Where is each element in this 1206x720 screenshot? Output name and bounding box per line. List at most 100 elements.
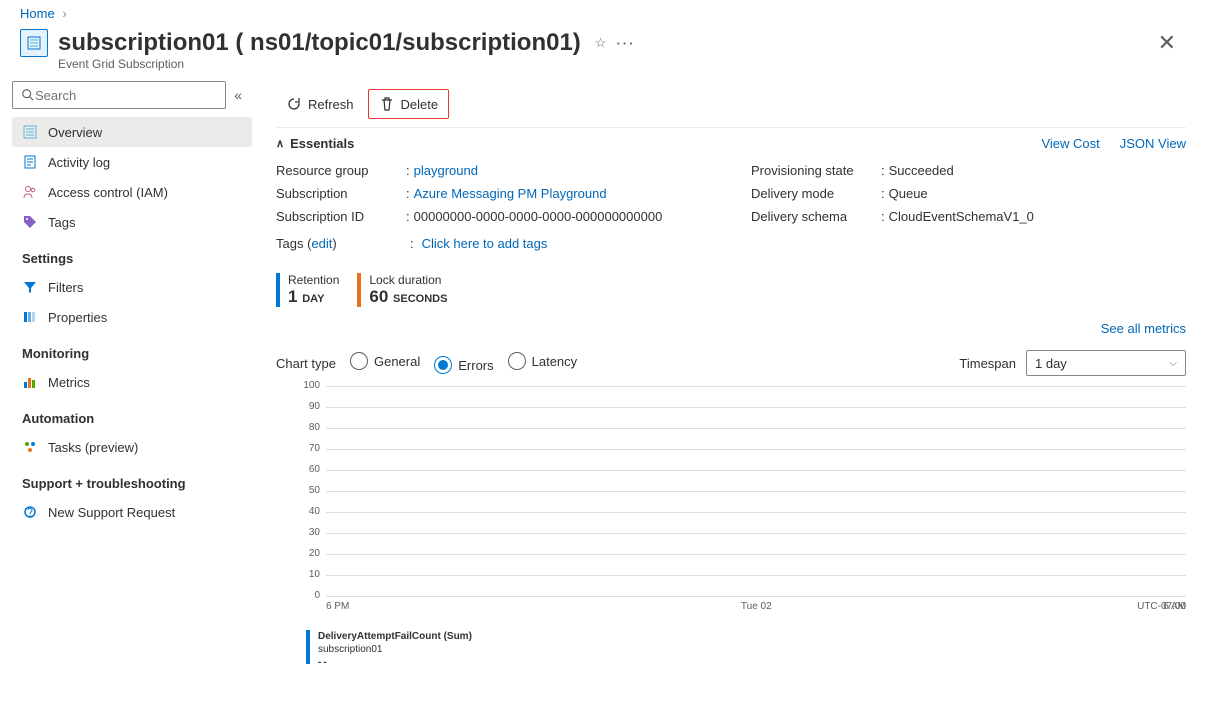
gridline: 80 bbox=[326, 428, 1186, 429]
chart-type-radio-general[interactable]: General bbox=[350, 352, 420, 370]
radio-label: General bbox=[374, 354, 420, 369]
gridline: 100 bbox=[326, 386, 1186, 387]
chart-timezone: UTC-07:00 bbox=[1137, 601, 1186, 612]
log-blue-icon bbox=[22, 154, 38, 170]
chart-x-axis: 6 PMTue 026 AM bbox=[326, 601, 1186, 612]
search-input-wrapper[interactable] bbox=[12, 81, 226, 109]
delete-button[interactable]: Delete bbox=[368, 89, 450, 119]
filter-blue-icon bbox=[22, 279, 38, 295]
sidebar-item-properties[interactable]: Properties bbox=[12, 302, 252, 332]
essentials-kv: Provisioning state:Succeeded bbox=[751, 163, 1186, 178]
gridline: 90 bbox=[326, 407, 1186, 408]
kv-key: Provisioning state bbox=[751, 163, 881, 178]
toolbar: Refresh Delete bbox=[276, 81, 1186, 128]
radio-circle-icon bbox=[350, 352, 368, 370]
kv-value[interactable]: Azure Messaging PM Playground bbox=[414, 186, 607, 201]
radio-circle-icon bbox=[434, 356, 452, 374]
metrics-chart[interactable]: 0 10 20 30 40 50 60 70 80 90 100 6 PMTue 026 AM UT… bbox=[296, 386, 1186, 626]
json-view-link[interactable]: JSON View bbox=[1120, 136, 1186, 151]
metric-value: 1 DAY bbox=[288, 287, 339, 307]
header: subscription01 ( ns01/topic01/subscripti… bbox=[0, 27, 1206, 59]
x-tick: Tue 02 bbox=[741, 601, 772, 612]
chart-legend: DeliveryAttemptFailCount (Sum) subscript… bbox=[306, 630, 1186, 669]
essentials-toggle[interactable]: ∧ Essentials bbox=[276, 136, 354, 151]
metrics-multi-icon bbox=[22, 374, 38, 390]
tags-row: Tags (edit) : Click here to add tags bbox=[276, 234, 1186, 261]
nav-group-header: Automation bbox=[12, 397, 252, 432]
y-tick: 50 bbox=[296, 485, 320, 496]
tasks-multi-icon bbox=[22, 439, 38, 455]
sidebar-item-metrics[interactable]: Metrics bbox=[12, 367, 252, 397]
gridline: 10 bbox=[326, 575, 1186, 576]
trash-icon bbox=[379, 96, 395, 112]
chart-type-label: Chart type bbox=[276, 356, 336, 371]
close-icon[interactable]: ✕ bbox=[1158, 30, 1186, 56]
gridline: 20 bbox=[326, 554, 1186, 555]
legend-resource: subscription01 bbox=[318, 643, 472, 656]
main-content: Refresh Delete ∧ Essentials View Cost JS… bbox=[252, 81, 1206, 689]
tags-add-link[interactable]: Click here to add tags bbox=[422, 236, 548, 251]
gridline: 40 bbox=[326, 512, 1186, 513]
sidebar-item-overview[interactable]: Overview bbox=[12, 117, 252, 147]
nav-group-header: Monitoring bbox=[12, 332, 252, 367]
nav-label: Tasks (preview) bbox=[48, 440, 138, 455]
sidebar-item-new-support-request[interactable]: New Support Request bbox=[12, 497, 252, 527]
kv-value: Queue bbox=[889, 186, 928, 201]
kv-key: Subscription bbox=[276, 186, 406, 201]
kv-key: Subscription ID bbox=[276, 209, 406, 224]
nav-label: Properties bbox=[48, 310, 107, 325]
gridline: 60 bbox=[326, 470, 1186, 471]
favorite-star-icon[interactable]: ☆ bbox=[595, 35, 607, 51]
metric-cards: Retention1 DAYLock duration60 SECONDS bbox=[276, 273, 1186, 307]
chevron-up-icon: ∧ bbox=[276, 137, 284, 150]
search-icon bbox=[21, 88, 35, 102]
page-title: subscription01 ( ns01/topic01/subscripti… bbox=[58, 29, 581, 57]
y-tick: 0 bbox=[296, 590, 320, 601]
see-all-metrics-link[interactable]: See all metrics bbox=[1101, 321, 1186, 336]
search-input[interactable] bbox=[35, 88, 217, 103]
metric-label: Lock duration bbox=[369, 273, 447, 287]
timespan-select[interactable]: 1 day ⌵ bbox=[1026, 350, 1186, 376]
y-tick: 90 bbox=[296, 401, 320, 412]
sidebar-item-filters[interactable]: Filters bbox=[12, 272, 252, 302]
metric-label: Retention bbox=[288, 273, 339, 287]
refresh-button[interactable]: Refresh bbox=[276, 90, 364, 118]
tag-purple-icon bbox=[22, 214, 38, 230]
chart-type-radio-latency[interactable]: Latency bbox=[508, 352, 578, 370]
sidebar-item-access-control-iam-[interactable]: Access control (IAM) bbox=[12, 177, 252, 207]
legend-color-bar bbox=[306, 630, 310, 664]
refresh-icon bbox=[286, 96, 302, 112]
gridline: 0 bbox=[326, 596, 1186, 597]
nav-label: Access control (IAM) bbox=[48, 185, 168, 200]
essentials-label: Essentials bbox=[290, 136, 354, 151]
view-cost-link[interactable]: View Cost bbox=[1041, 136, 1099, 151]
collapse-sidebar-icon[interactable]: « bbox=[234, 87, 242, 103]
support-icon bbox=[22, 504, 38, 520]
nav-group-header: Support + troubleshooting bbox=[12, 462, 252, 497]
kv-value: CloudEventSchemaV1_0 bbox=[889, 209, 1034, 224]
essentials-header: ∧ Essentials View Cost JSON View bbox=[276, 128, 1186, 159]
resource-icon bbox=[20, 29, 48, 57]
essentials-grid: Resource group:playgroundProvisioning st… bbox=[276, 159, 1186, 234]
radio-circle-icon bbox=[508, 352, 526, 370]
breadcrumb-sep: › bbox=[58, 6, 70, 21]
y-tick: 40 bbox=[296, 506, 320, 517]
more-menu-icon[interactable]: ··· bbox=[616, 36, 635, 51]
sidebar-item-tags[interactable]: Tags bbox=[12, 207, 252, 237]
list-green-icon bbox=[22, 124, 38, 140]
refresh-label: Refresh bbox=[308, 97, 354, 112]
y-tick: 60 bbox=[296, 464, 320, 475]
kv-key: Resource group bbox=[276, 163, 406, 178]
breadcrumb-home[interactable]: Home bbox=[20, 6, 55, 21]
y-tick: 30 bbox=[296, 527, 320, 538]
nav-label: Filters bbox=[48, 280, 83, 295]
sidebar-item-tasks-preview-[interactable]: Tasks (preview) bbox=[12, 432, 252, 462]
chart-type-radio-errors[interactable]: Errors bbox=[434, 356, 493, 374]
kv-value[interactable]: playground bbox=[414, 163, 478, 178]
sidebar-item-activity-log[interactable]: Activity log bbox=[12, 147, 252, 177]
radio-label: Errors bbox=[458, 358, 493, 373]
gridline: 70 bbox=[326, 449, 1186, 450]
tags-edit-link[interactable]: edit bbox=[311, 236, 332, 251]
gridline: 30 bbox=[326, 533, 1186, 534]
timespan-label: Timespan bbox=[959, 356, 1016, 371]
